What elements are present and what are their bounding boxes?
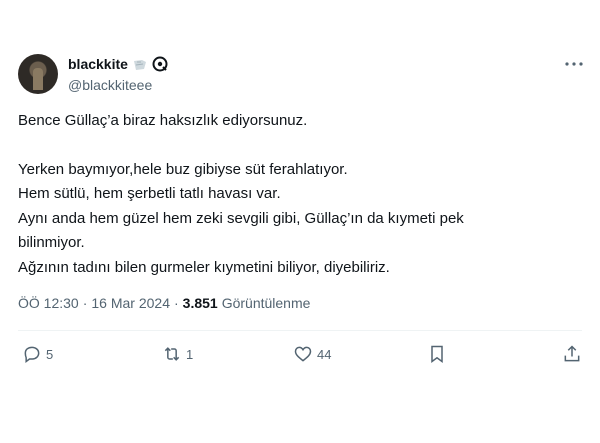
views-count[interactable]: 3.851 [183, 295, 218, 311]
more-options-button[interactable] [562, 52, 586, 76]
reply-icon [24, 346, 40, 363]
retweet-count: 1 [186, 346, 194, 362]
tweet-line: Ağzının tadını bilen gurmeler kıymetini … [18, 258, 390, 276]
tweet-date[interactable]: 16 Mar 2024 [91, 295, 170, 311]
like-count: 44 [317, 346, 332, 362]
reply-button[interactable]: 5 [22, 344, 53, 364]
tweet-line: bilinmiyor. [18, 234, 85, 251]
tweet-line: Yerken baymıyor,hele buz gibiyse süt fer… [18, 160, 348, 178]
bookmark-icon [431, 345, 443, 363]
retweet-button[interactable]: 1 [162, 344, 193, 364]
like-button[interactable]: 44 [293, 344, 331, 364]
more-horizontal-icon [565, 62, 583, 66]
author-display-name[interactable]: blackkite [68, 56, 128, 72]
divider [18, 330, 582, 331]
author-handle[interactable]: @blackkiteee [68, 77, 152, 93]
views-label: Görüntülenme [221, 295, 311, 311]
retweet-icon [164, 347, 180, 361]
share-icon [564, 345, 580, 362]
meta-separator: · [173, 295, 179, 311]
author-name-row: blackkite [68, 56, 168, 72]
tweet-line: Hem sütlü, hem şerbetli tatlı havası var… [18, 185, 281, 202]
tweet-line: Bence Güllaç’a biraz haksızlık ediyorsun… [18, 112, 308, 129]
share-button[interactable] [562, 344, 582, 364]
reply-count: 5 [46, 346, 54, 362]
flag-emoji-icon [132, 58, 148, 70]
tweet-time[interactable]: ÖÖ 12:30 [18, 295, 79, 311]
heart-icon [294, 346, 312, 362]
meta-separator: · [82, 295, 88, 311]
affiliate-badge-icon[interactable] [152, 56, 168, 72]
action-bar: 5 1 44 [18, 344, 582, 368]
tweet-text: Bence Güllaç’a biraz haksızlık ediyorsun… [18, 109, 578, 280]
avatar[interactable] [18, 54, 58, 94]
tweet-card: blackkite @blackkiteee Bence Güllaç’a bi… [0, 0, 600, 443]
tweet-line: Aynı anda hem güzel hem zeki sevgili gib… [18, 209, 464, 227]
tweet-meta: ÖÖ 12:30 · 16 Mar 2024 · 3.851 Görüntüle… [18, 295, 310, 311]
bookmark-button[interactable] [427, 344, 447, 364]
